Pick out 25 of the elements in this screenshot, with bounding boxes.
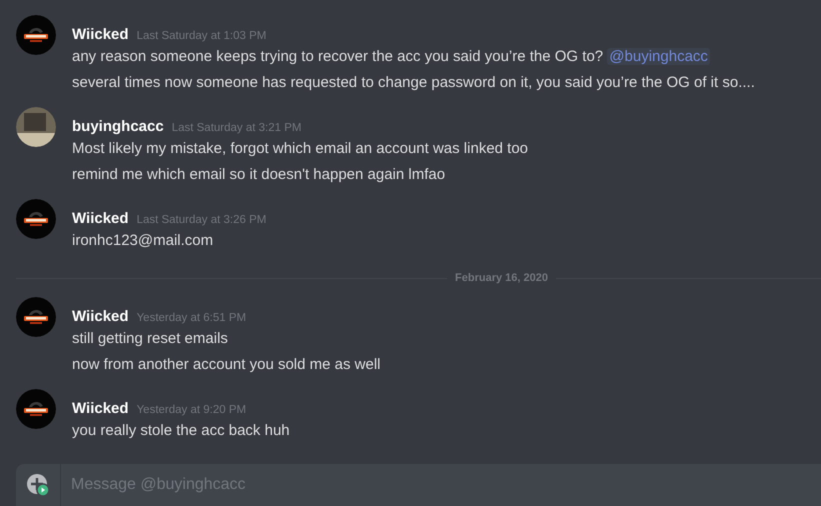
username[interactable]: Wiicked xyxy=(72,24,129,46)
message-text: several times now someone has requested to change password on it, you said you’re the OG of it so.... xyxy=(72,73,755,93)
message-text: Most likely my mistake, forgot which email an account was linked too xyxy=(72,139,528,159)
message-text: remind me which email so it doesn't happen again lmfao xyxy=(72,165,446,185)
message-text: you really stole the acc back huh xyxy=(72,421,290,441)
timestamp: Last Saturday at 3:21 PM xyxy=(172,121,302,136)
date-divider-label: February 16, 2020 xyxy=(454,272,549,284)
timestamp: Last Saturday at 1:03 PM xyxy=(136,29,266,44)
message-text: ironhc123@mail.com xyxy=(72,231,214,251)
message-text: any reason someone keeps trying to recover the acc you said you’re the OG to? @buyinghcacc xyxy=(72,47,711,67)
username[interactable]: buyinghcacc xyxy=(72,116,164,138)
message-text: now from another account you sold me as well xyxy=(72,355,380,375)
timestamp: Last Saturday at 3:26 PM xyxy=(136,213,266,228)
avatar[interactable] xyxy=(16,389,56,429)
avatar[interactable] xyxy=(16,15,56,55)
avatar-photo[interactable] xyxy=(16,107,56,147)
avatar[interactable] xyxy=(16,199,56,239)
timestamp: Yesterday at 9:20 PM xyxy=(136,403,246,418)
username[interactable]: Wiicked xyxy=(72,398,129,420)
username[interactable]: Wiicked xyxy=(72,208,129,230)
message-text: still getting reset emails xyxy=(72,329,229,349)
timestamp: Yesterday at 6:51 PM xyxy=(136,311,246,326)
avatar[interactable] xyxy=(16,297,56,337)
upload-plus-icon[interactable] xyxy=(26,473,50,497)
username[interactable]: Wiicked xyxy=(72,306,129,328)
